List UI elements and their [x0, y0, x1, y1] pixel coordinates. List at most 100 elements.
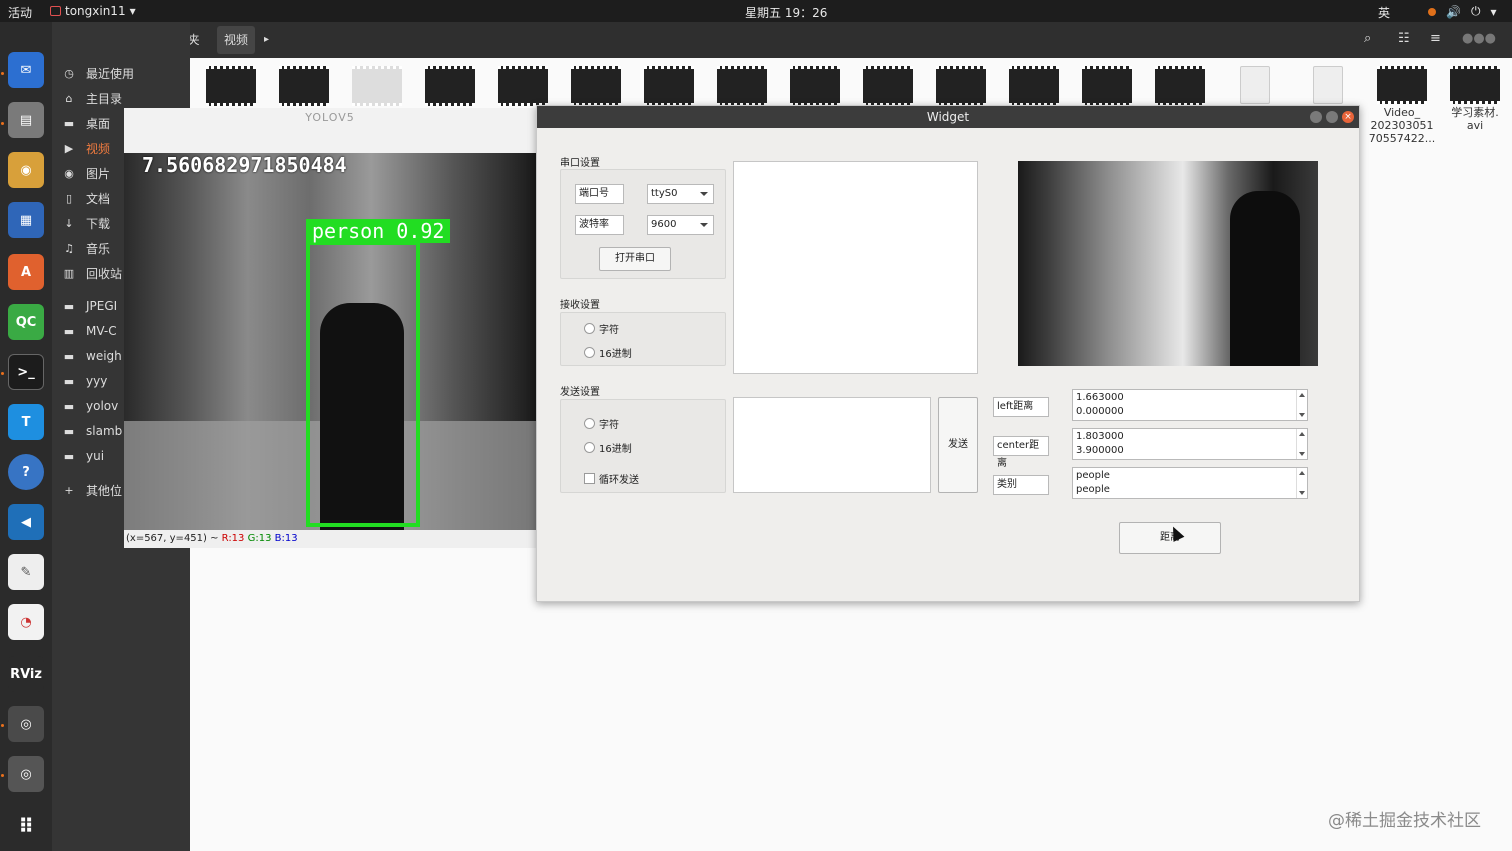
- video-icon: ▶: [64, 141, 74, 155]
- show-apps-icon[interactable]: ⠿: [8, 808, 44, 844]
- port-select[interactable]: ttyS0: [647, 184, 714, 204]
- center-distance-label-field[interactable]: center距离: [993, 436, 1049, 469]
- port-label-field[interactable]: 端口号: [575, 184, 624, 204]
- video-thumbnail[interactable]: [936, 66, 986, 106]
- help-icon[interactable]: ?: [8, 454, 44, 490]
- video-thumbnail[interactable]: [863, 66, 913, 106]
- detection-box: [306, 241, 420, 527]
- file-label[interactable]: Video_ 202303051 70557422...: [1368, 106, 1436, 145]
- video-thumbnail[interactable]: [1009, 66, 1059, 106]
- receive-group-label: 接收设置: [560, 300, 600, 311]
- sidebar-item[interactable]: ⌂ 主目录: [52, 86, 190, 110]
- send-char-radio[interactable]: 字符: [584, 416, 619, 431]
- sidebar-item-label: 音乐: [86, 241, 111, 256]
- receive-hex-radio[interactable]: 16进制: [584, 345, 632, 360]
- chevron-down-icon: ▾: [1490, 4, 1497, 19]
- left-distance-label-field[interactable]: left距离: [993, 397, 1049, 417]
- running-app-icon[interactable]: ◎: [8, 706, 44, 742]
- maximize-button[interactable]: [1326, 111, 1338, 123]
- sidebar-item-label: 图片: [86, 166, 111, 181]
- loop-send-checkbox[interactable]: 循环发送: [584, 471, 639, 486]
- send-textarea[interactable]: [733, 397, 931, 493]
- video-thumbnail[interactable]: [352, 66, 402, 106]
- writer-icon[interactable]: ▦: [8, 202, 44, 238]
- thunderbird-icon[interactable]: ✉: [8, 52, 44, 88]
- folder-icon: ▬: [63, 449, 75, 463]
- system-tray[interactable]: 🔊 ⏻ ▾: [1428, 4, 1496, 19]
- video-thumbnail[interactable]: [425, 66, 475, 106]
- running-indicator: [1, 72, 4, 75]
- volume-icon: 🔊: [1446, 4, 1461, 19]
- menu-icon[interactable]: ≡: [1430, 31, 1441, 46]
- receive-char-radio[interactable]: 字符: [584, 321, 619, 336]
- video-thumbnail[interactable]: [644, 66, 694, 106]
- yolo-window: YOLOV5 7.560682971850484 person 0.92 (x=…: [124, 108, 536, 548]
- person-figure: [1230, 191, 1300, 366]
- running-app-icon[interactable]: ◎: [8, 756, 44, 792]
- software-center-icon[interactable]: A: [8, 254, 44, 290]
- app-menu[interactable]: tongxin11 ▾: [50, 4, 136, 18]
- sidebar-item-label: 下载: [86, 216, 111, 231]
- left-distance-spinbox[interactable]: 1.663000 0.000000: [1072, 389, 1308, 421]
- document-thumbnail[interactable]: [1313, 66, 1343, 104]
- clock[interactable]: 星期五 19：26: [745, 4, 827, 21]
- widget-titlebar[interactable]: Widget ×: [537, 106, 1359, 128]
- category-label-field[interactable]: 类别: [993, 475, 1049, 495]
- video-thumbnail[interactable]: [790, 66, 840, 106]
- pixel-r: R:13: [221, 533, 245, 544]
- watermark: @稀土掘金技术社区: [1328, 811, 1481, 831]
- video-thumbnail[interactable]: [1450, 66, 1500, 104]
- center-distance-spinbox[interactable]: 1.803000 3.900000: [1072, 428, 1308, 460]
- document-thumbnail[interactable]: [1240, 66, 1270, 104]
- category-spinbox[interactable]: people people: [1072, 467, 1308, 499]
- activities-button[interactable]: 活动: [8, 4, 32, 21]
- widget-title: Widget: [926, 110, 970, 124]
- baud-label-field[interactable]: 波特率: [575, 215, 624, 235]
- qtcreator-icon[interactable]: QC: [8, 304, 44, 340]
- send-hex-radio[interactable]: 16进制: [584, 440, 632, 455]
- video-thumbnail[interactable]: [717, 66, 767, 106]
- minimize-button[interactable]: [1310, 111, 1322, 123]
- rhythmbox-icon[interactable]: ◉: [8, 152, 44, 188]
- baud-select-value: 9600: [651, 219, 677, 230]
- video-thumbnail[interactable]: [1155, 66, 1205, 106]
- file-label[interactable]: 学习素材. avi: [1442, 106, 1508, 132]
- baud-select[interactable]: 9600: [647, 215, 714, 235]
- detection-label: person 0.92: [306, 219, 451, 243]
- close-button[interactable]: ×: [1342, 111, 1354, 123]
- home-icon: ⌂: [65, 91, 73, 105]
- sidebar-item-label: yui: [86, 449, 105, 463]
- open-serial-button[interactable]: 打开串口: [599, 247, 671, 271]
- path-right-icon[interactable]: ▸: [264, 34, 269, 45]
- pixel-status-bar: (x=567, y=451) ~ R:13 G:13 B:13: [124, 530, 536, 548]
- video-thumbnail[interactable]: [279, 66, 329, 106]
- breadcrumb-current[interactable]: 视频: [217, 26, 255, 54]
- plus-icon: +: [64, 483, 74, 497]
- running-indicator: [1, 774, 4, 777]
- view-options-icon[interactable]: ☷: [1398, 31, 1410, 46]
- loop-send-label: 循环发送: [599, 475, 639, 486]
- video-thumbnail[interactable]: [498, 66, 548, 106]
- receive-textarea[interactable]: [733, 161, 978, 374]
- video-thumbnail[interactable]: [571, 66, 621, 106]
- search-icon[interactable]: ⌕: [1364, 31, 1371, 46]
- video-thumbnail[interactable]: [1082, 66, 1132, 106]
- video-thumbnail[interactable]: [1377, 66, 1427, 104]
- spin-down-icon: [1299, 413, 1305, 417]
- sidebar-item[interactable]: ◷ 最近使用: [52, 61, 190, 85]
- document-icon: ▯: [65, 191, 73, 205]
- document-viewer-icon[interactable]: ◔: [8, 604, 44, 640]
- files-icon[interactable]: ▤: [8, 102, 44, 138]
- todesk-icon[interactable]: T: [8, 404, 44, 440]
- input-method-indicator[interactable]: 英: [1378, 4, 1390, 21]
- vscode-icon[interactable]: ◀: [8, 504, 44, 540]
- video-thumbnail[interactable]: [206, 66, 256, 106]
- text-editor-icon[interactable]: ✎: [8, 554, 44, 590]
- sidebar-item-label: 其他位: [86, 483, 123, 498]
- window-controls[interactable]: ●●●: [1462, 31, 1496, 46]
- rviz-icon[interactable]: RViz: [8, 656, 44, 692]
- send-button[interactable]: 发送: [938, 397, 978, 493]
- send-hex-label: 16进制: [599, 444, 632, 455]
- running-indicator: [1, 372, 4, 375]
- terminal-icon[interactable]: >_: [8, 354, 44, 390]
